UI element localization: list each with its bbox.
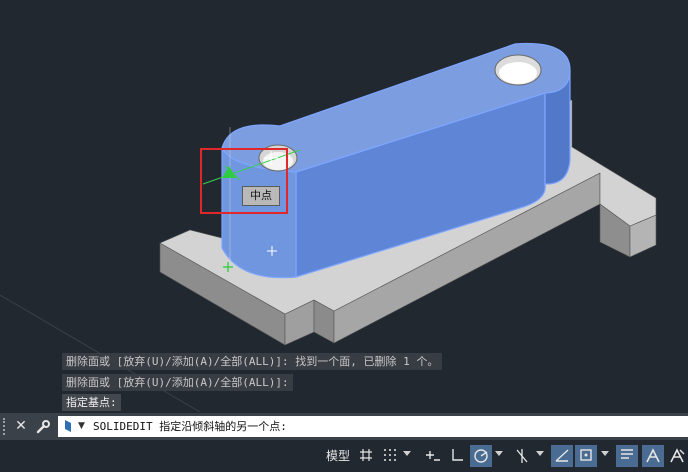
- drag-handle-icon[interactable]: [3, 418, 7, 435]
- ortho-icon[interactable]: [446, 445, 468, 467]
- polar-icon[interactable]: [470, 445, 492, 467]
- model-space-canvas[interactable]: [0, 0, 688, 412]
- command-history-line-3: 指定基点:: [62, 394, 121, 411]
- grid-icon[interactable]: [355, 445, 377, 467]
- command-line-bar: ✕ ▼ SOLIDEDIT 指定沿倾斜轴的另一个点:: [0, 413, 688, 440]
- recent-commands-dropdown-icon[interactable]: ▼: [78, 421, 85, 431]
- snap-icon[interactable]: [379, 445, 401, 467]
- snap-dropdown-icon[interactable]: [403, 451, 411, 456]
- object-snap-tracking-icon[interactable]: [551, 445, 573, 467]
- isodraft-dropdown-icon[interactable]: [536, 451, 544, 456]
- close-icon[interactable]: ✕: [12, 417, 30, 436]
- annotation-scale-icon[interactable]: [642, 445, 664, 467]
- object-snap-icon[interactable]: [575, 445, 597, 467]
- object-snap-dropdown-icon[interactable]: [601, 451, 609, 456]
- isodraft-icon[interactable]: [511, 445, 533, 467]
- command-history-line-1: 删除面或 [放弃(U)/添加(A)/全部(ALL)]: 找到一个面, 已删除 1…: [62, 353, 443, 370]
- drawing-viewport[interactable]: 中点 删除面或 [放弃(U)/添加(A)/全部(ALL)]: 找到一个面, 已删…: [0, 0, 688, 412]
- wrench-icon[interactable]: [34, 417, 52, 436]
- lineweight-icon[interactable]: [616, 445, 638, 467]
- model-space-button[interactable]: 模型: [323, 445, 353, 467]
- polar-dropdown-icon[interactable]: [495, 451, 503, 456]
- snap-tooltip: 中点: [242, 186, 280, 206]
- command-history-line-2: 删除面或 [放弃(U)/添加(A)/全部(ALL)]:: [62, 374, 293, 391]
- status-bar: 模型: [0, 440, 688, 472]
- command-input[interactable]: ▼ SOLIDEDIT 指定沿倾斜轴的另一个点:: [58, 416, 688, 437]
- infer-constraints-icon[interactable]: [422, 445, 444, 467]
- annotation-visibility-icon[interactable]: [666, 445, 688, 467]
- command-prompt-text: SOLIDEDIT 指定沿倾斜轴的另一个点:: [93, 420, 287, 433]
- command-prompt-icon: [65, 420, 71, 432]
